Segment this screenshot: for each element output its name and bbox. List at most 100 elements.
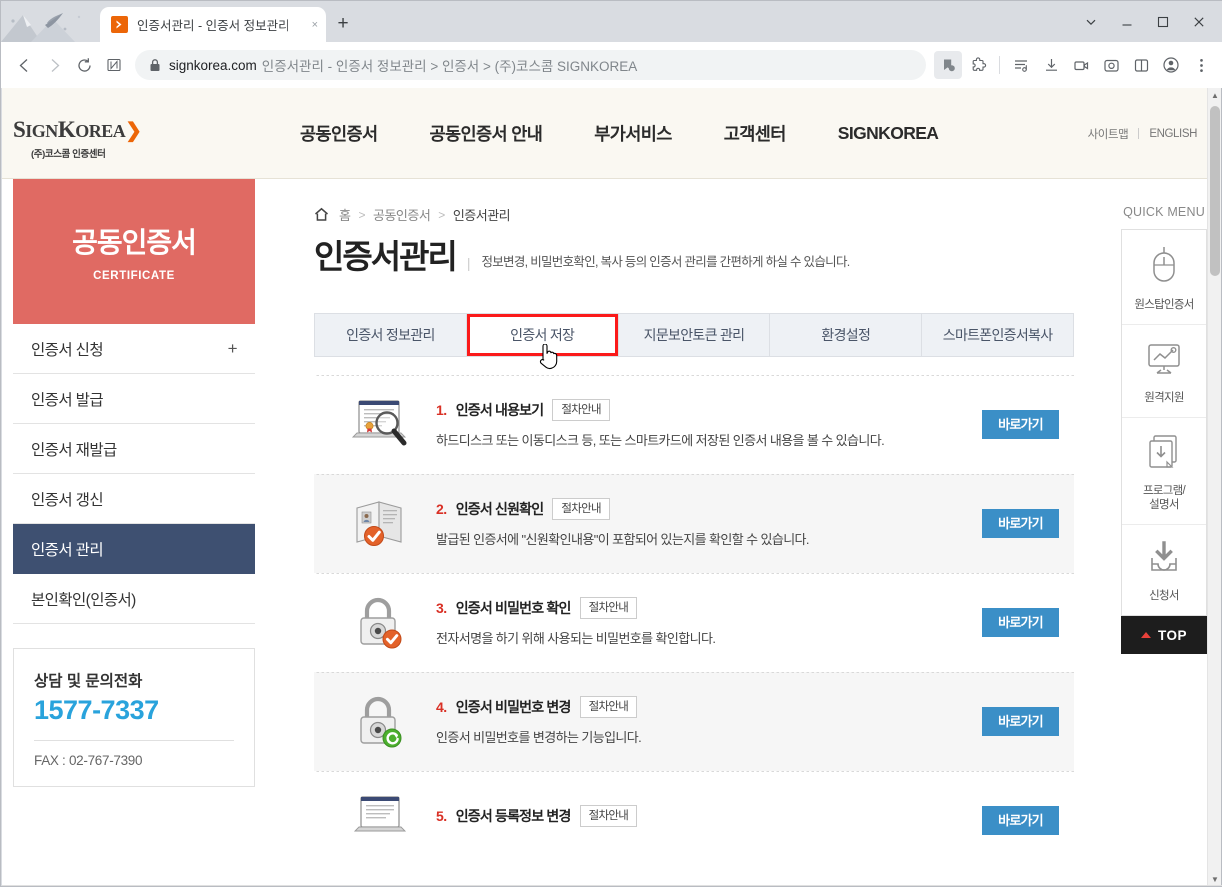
tab-settings[interactable]: 환경설정	[770, 314, 923, 356]
list-item-description: 하드디스크 또는 이동디스크 등, 또는 스마트카드에 저장된 인증서 내용을 …	[436, 432, 885, 448]
sidebar-item-certificate-reissue[interactable]: 인증서 재발급	[13, 424, 255, 474]
sidebar: 공동인증서 CERTIFICATE 인증서 신청 + 인증서 발급 인증서 재발…	[13, 179, 255, 787]
back-arrow-icon[interactable]	[9, 50, 39, 80]
scrollbar-thumb[interactable]	[1210, 106, 1220, 276]
tab-label-3: 환경설정	[821, 327, 871, 343]
sidebar-item-certificate-issue[interactable]: 인증서 발급	[13, 374, 255, 424]
quick-item-remote-support[interactable]: 원격지원	[1122, 325, 1206, 418]
window-minimize-icon[interactable]	[1109, 9, 1145, 35]
list-item-number: 4.	[436, 698, 447, 715]
sidebar-item-certificate-manage[interactable]: 인증서 관리	[13, 524, 255, 574]
service-list: 1. 인증서 내용보기 절차안내 하드디스크 또는 이동디스크 등, 또는 스마…	[314, 375, 1074, 870]
split-view-icon[interactable]	[1127, 51, 1155, 79]
list-item-head: 2. 인증서 신원확인 절차안내	[436, 497, 970, 520]
breadcrumb-sep-1: >	[438, 207, 445, 222]
remote-monitor-icon	[1145, 340, 1183, 383]
quick-item-application-form[interactable]: 신청서	[1122, 525, 1206, 615]
scroll-to-top-button[interactable]: TOP	[1121, 616, 1207, 654]
screen-record-icon[interactable]	[1067, 51, 1095, 79]
go-button[interactable]: 바로가기	[982, 707, 1059, 736]
split-screen-icon[interactable]	[99, 50, 129, 80]
browser-tab[interactable]: 인증서관리 - 인증서 정보관리 ×	[100, 7, 326, 42]
tab-close-icon[interactable]: ×	[312, 19, 318, 31]
lock-icon	[149, 58, 161, 72]
address-bar[interactable]: signkorea.com 인증서관리 - 인증서 정보관리 > 인증서 > (…	[135, 50, 926, 80]
gnb-item-0[interactable]: 공동인증서	[274, 121, 404, 146]
tab-smartphone-copy[interactable]: 스마트폰인증서복사	[922, 314, 1073, 356]
page-scrollbar[interactable]: ▲ ▼	[1207, 88, 1221, 886]
sidebar-item-certificate-apply[interactable]: 인증서 신청 +	[13, 324, 255, 374]
gnb-item-3[interactable]: 고객센터	[698, 121, 812, 146]
window-close-icon[interactable]	[1181, 9, 1217, 35]
sidebar-item-label-2: 인증서 재발급	[31, 441, 117, 459]
guide-button[interactable]: 절차안내	[579, 695, 638, 718]
site-logo[interactable]: SIGNKOREA❯ (주)코스콤 인증센터	[13, 117, 142, 160]
scrollbar-up-arrow-icon[interactable]: ▲	[1208, 88, 1221, 102]
content-tabs: 인증서 정보관리 인증서 저장 지문보안토큰 관리 환경설정 스마트폰인증서복사	[314, 313, 1074, 370]
window-maximize-icon[interactable]	[1145, 9, 1181, 35]
plus-icon[interactable]: +	[228, 339, 238, 359]
screenshot-icon[interactable]	[1097, 51, 1125, 79]
downloads-icon[interactable]	[1037, 51, 1065, 79]
browser-theme-art	[1, 1, 111, 42]
breadcrumb-item-1[interactable]: 공동인증서	[373, 205, 431, 224]
page-title: 인증서관리	[314, 238, 458, 275]
sidebar-item-label-4: 인증서 관리	[31, 541, 104, 559]
guide-button[interactable]: 절차안내	[579, 805, 638, 827]
list-item-body: 2. 인증서 신원확인 절차안내 발급된 인증서에 "신원확인내용"이 포함되어…	[424, 497, 982, 550]
list-item-head: 1. 인증서 내용보기 절차안내	[436, 398, 970, 421]
sidebar-item-certificate-renew[interactable]: 인증서 갱신	[13, 474, 255, 524]
page-body: 공동인증서 CERTIFICATE 인증서 신청 + 인증서 발급 인증서 재발…	[2, 179, 1207, 886]
quick-item-onestop[interactable]: 원스탑인증서	[1122, 230, 1206, 325]
sidebar-item-identity-verify[interactable]: 본인확인(인증서)	[13, 574, 255, 624]
gnb-item-2[interactable]: 부가서비스	[568, 121, 698, 146]
list-item-title: 인증서 비밀번호 확인	[455, 599, 572, 616]
tab-fingerprint-token[interactable]: 지문보안토큰 관리	[619, 314, 771, 356]
sidebar-item-label-0: 인증서 신청	[31, 341, 104, 359]
breadcrumb-item-0[interactable]: 홈	[339, 205, 351, 224]
id-book-check-icon	[340, 496, 424, 552]
scroll-to-top-label: TOP	[1157, 627, 1187, 643]
scrollbar-down-arrow-icon[interactable]: ▼	[1208, 872, 1221, 886]
profile-icon[interactable]	[1157, 51, 1185, 79]
gnb-item-1[interactable]: 공동인증서 안내	[404, 121, 569, 146]
sidebar-item-label-3: 인증서 갱신	[31, 491, 104, 509]
quick-item-programs[interactable]: 프로그램/ 설명서	[1122, 418, 1206, 525]
list-item: 1. 인증서 내용보기 절차안내 하드디스크 또는 이동디스크 등, 또는 스마…	[314, 375, 1074, 474]
home-icon[interactable]	[314, 207, 329, 222]
extensions-icon[interactable]	[964, 51, 992, 79]
tab-search-chevron-down-icon[interactable]	[1073, 9, 1109, 35]
more-menu-icon[interactable]	[1187, 51, 1215, 79]
list-item-number: 2.	[436, 500, 447, 517]
quick-menu-box: 원스탑인증서 원격지원 프로그램/ 설명서 신청서	[1121, 229, 1207, 616]
sidebar-hero-subtitle: CERTIFICATE	[93, 270, 175, 282]
page-title-row: 인증서관리 | 정보변경, 비밀번호확인, 복사 등의 인증서 관리를 간편하게…	[314, 240, 1074, 274]
breadcrumb-sep-0: >	[358, 207, 365, 222]
forward-arrow-icon[interactable]	[39, 50, 69, 80]
reload-icon[interactable]	[69, 50, 99, 80]
list-item-description: 전자서명을 하기 위해 사용되는 비밀번호를 확인합니다.	[436, 630, 716, 646]
certificate-viewer-icon	[340, 397, 424, 453]
logo-s: S	[13, 117, 26, 142]
guide-button[interactable]: 절차안내	[579, 596, 638, 619]
download-tray-icon	[1146, 540, 1182, 581]
new-tab-button[interactable]: +	[332, 14, 354, 36]
browser-tab-title: 인증서관리 - 인증서 정보관리	[137, 19, 290, 33]
collections-icon[interactable]	[934, 51, 962, 79]
guide-button[interactable]: 절차안내	[552, 398, 610, 421]
go-button[interactable]: 바로가기	[982, 410, 1059, 439]
list-item-cta: 바로가기	[982, 707, 1074, 736]
sidebar-hero: 공동인증서 CERTIFICATE	[13, 179, 255, 324]
go-button[interactable]: 바로가기	[982, 608, 1059, 637]
tab-certificate-info[interactable]: 인증서 정보관리	[315, 314, 467, 356]
address-path: 인증서관리 - 인증서 정보관리 > 인증서 > (주)코스콤 SIGNKORE…	[261, 59, 638, 74]
guide-button[interactable]: 절차안내	[552, 497, 610, 520]
utility-sitemap[interactable]: 사이트맵	[1078, 126, 1139, 142]
go-button[interactable]: 바로가기	[982, 806, 1059, 835]
logo-wordmark: SIGNKOREA❯	[13, 117, 142, 143]
gnb-item-4[interactable]: SIGNKOREA	[812, 123, 965, 144]
go-button[interactable]: 바로가기	[982, 509, 1059, 538]
tab-certificate-save[interactable]: 인증서 저장	[466, 314, 619, 370]
utility-english[interactable]: ENGLISH	[1139, 128, 1207, 140]
reading-list-icon[interactable]	[1007, 51, 1035, 79]
